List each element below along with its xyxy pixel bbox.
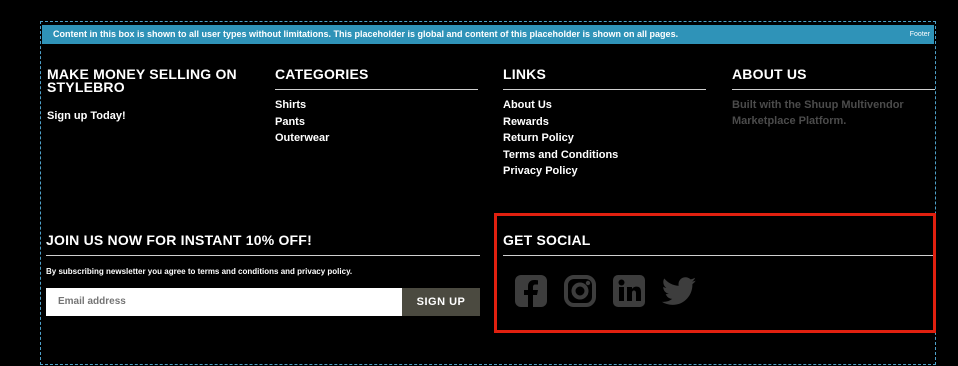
sign-up-button[interactable]: SIGN UP [402, 288, 480, 316]
about-heading: ABOUT US [732, 67, 935, 90]
twitter-icon[interactable] [661, 274, 697, 308]
newsletter-disclaimer: By subscribing newsletter you agree to t… [46, 267, 353, 276]
newsletter-section: JOIN US NOW FOR INSTANT 10% OFF! By subs… [46, 233, 480, 276]
sign-up-link[interactable]: Sign up Today! [47, 110, 252, 122]
linkedin-icon[interactable] [612, 274, 646, 308]
link-return-policy[interactable]: Return Policy [503, 130, 706, 147]
facebook-icon[interactable] [514, 274, 548, 308]
newsletter-heading: JOIN US NOW FOR INSTANT 10% OFF! [46, 233, 480, 256]
banner-text: Content in this box is shown to all user… [53, 29, 679, 39]
placeholder-banner: Content in this box is shown to all user… [42, 25, 934, 44]
categories-heading: CATEGORIES [275, 67, 478, 90]
email-input[interactable] [46, 288, 402, 316]
highlight-box [494, 213, 936, 333]
category-link-shirts[interactable]: Shirts [275, 97, 478, 114]
link-privacy[interactable]: Privacy Policy [503, 163, 706, 180]
categories-column: CATEGORIES Shirts Pants Outerwear [275, 67, 478, 147]
instagram-icon[interactable] [563, 274, 597, 308]
sell-heading: MAKE MONEY SELLING ON STYLEBRO [47, 66, 237, 95]
banner-tag: Footer [909, 31, 930, 38]
sell-column: MAKE MONEY SELLING ON STYLEBRO Sign up T… [47, 66, 252, 122]
about-column: ABOUT US Built with the Shuup Multivendo… [732, 67, 935, 129]
category-link-outerwear[interactable]: Outerwear [275, 130, 478, 147]
category-link-pants[interactable]: Pants [275, 114, 478, 131]
link-terms[interactable]: Terms and Conditions [503, 147, 706, 164]
link-about-us[interactable]: About Us [503, 97, 706, 114]
links-heading: LINKS [503, 67, 706, 90]
link-rewards[interactable]: Rewards [503, 114, 706, 131]
about-text: Built with the Shuup Multivendor Marketp… [732, 99, 904, 127]
links-column: LINKS About Us Rewards Return Policy Ter… [503, 67, 706, 180]
